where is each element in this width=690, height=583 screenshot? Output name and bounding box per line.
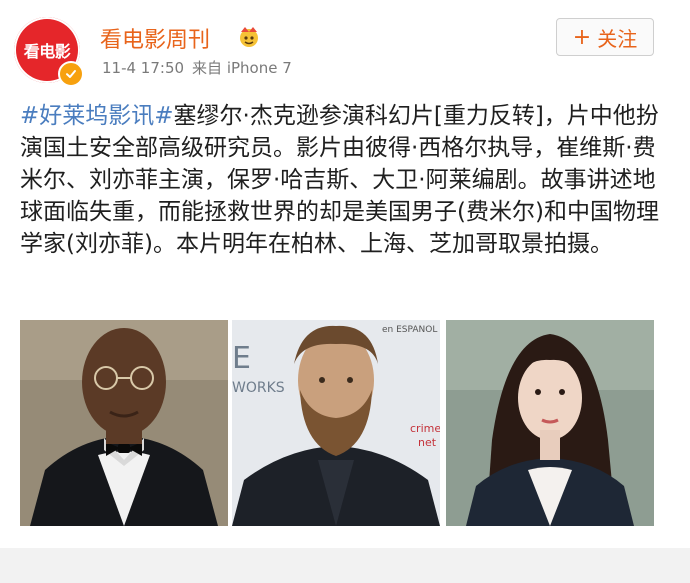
hashtag-link[interactable]: #好莱坞影讯#	[20, 103, 174, 129]
post-body: #好莱坞影讯#塞缪尔·杰克逊参演科幻片[重力反转]，片中他扮演国土安全部高级研究…	[20, 100, 675, 260]
post-image-3[interactable]	[446, 320, 654, 526]
weibo-post-card: 看电影 看电影周刊 11-4 17:50 来自 iPhone 7 + 关注 #好莱…	[0, 0, 690, 549]
follow-button-label: 关注	[597, 26, 638, 51]
backdrop-text-net: net	[418, 436, 437, 449]
post-image-1[interactable]	[20, 320, 228, 526]
post-timestamp: 11-4 17:50	[102, 59, 185, 77]
post-image-2[interactable]: E WORKS en ESPANOL crime net	[232, 320, 440, 526]
backdrop-text-espanol: en ESPANOL	[382, 325, 437, 335]
person-photo-icon	[20, 320, 228, 526]
backdrop-text-crime: crime	[410, 422, 440, 435]
avatar-logo-text: 看电影	[23, 42, 71, 61]
follow-button[interactable]: + 关注	[556, 18, 654, 56]
person-photo-icon	[446, 320, 654, 526]
crown-emoji-icon	[240, 27, 258, 47]
feed-divider	[0, 548, 690, 583]
backdrop-text-works: WORKS	[232, 380, 285, 396]
post-meta: 11-4 17:50 来自 iPhone 7	[102, 57, 292, 78]
verified-badge-icon	[58, 61, 84, 87]
person-photo-icon: E WORKS en ESPANOL crime net	[232, 320, 440, 526]
account-name[interactable]: 看电影周刊	[100, 22, 210, 54]
post-source: 来自 iPhone 7	[192, 59, 292, 77]
plus-icon: +	[572, 24, 592, 50]
backdrop-text-e: E	[232, 341, 251, 376]
